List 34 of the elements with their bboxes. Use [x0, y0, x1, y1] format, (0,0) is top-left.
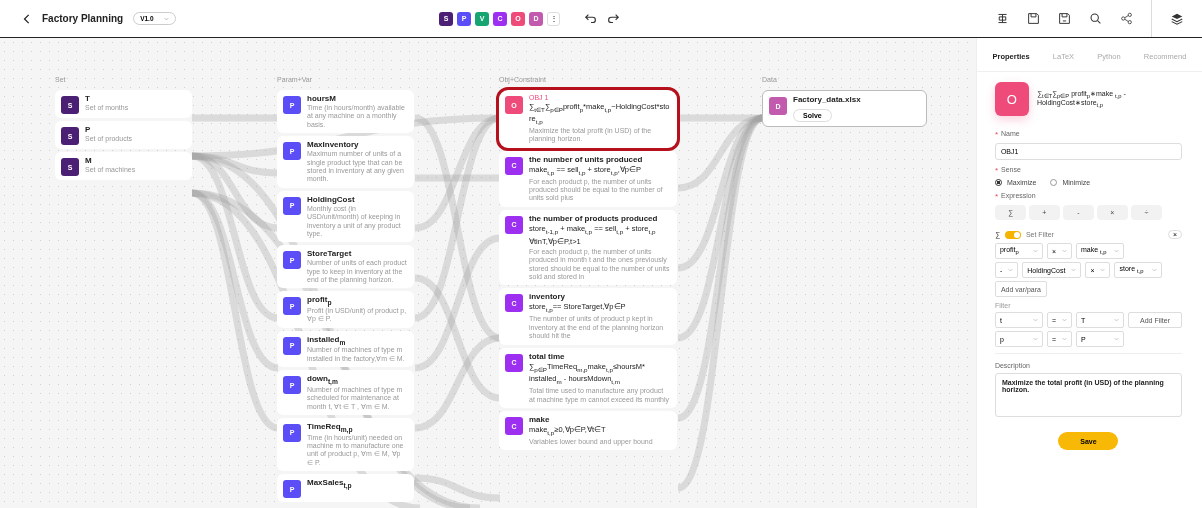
node-title: TimeReq$_{m,p}$ — [307, 422, 353, 433]
more-button[interactable]: ⋮ — [547, 11, 560, 26]
objective-badge: O — [994, 82, 1029, 116]
align-icon[interactable] — [996, 12, 1009, 25]
save-as-icon[interactable] — [1058, 12, 1071, 25]
node-title: P — [85, 125, 92, 134]
node-title: T — [85, 94, 91, 103]
node-title: installed$_{m}$ — [307, 334, 347, 346]
node-title: StoreTarget — [307, 249, 353, 259]
node-title: HoldingCost — [307, 194, 356, 204]
node-title: hoursM — [307, 94, 337, 103]
required-mark: * — [994, 130, 999, 139]
share-icon[interactable] — [1120, 12, 1133, 25]
node-title: the number of units produced — [529, 154, 644, 164]
node-title: total time — [529, 351, 566, 361]
node-title: MaxSales$_{t,p}$ — [307, 478, 353, 489]
search-icon[interactable] — [1089, 12, 1102, 25]
node-title: make — [529, 415, 551, 425]
save-icon[interactable] — [1027, 12, 1040, 25]
node-card[interactable] — [499, 209, 677, 286]
layers-icon[interactable] — [1170, 11, 1184, 26]
project-title: Factory Planning — [42, 13, 124, 24]
node-title: M — [85, 156, 93, 165]
required-mark: * — [994, 166, 999, 175]
back-icon[interactable] — [22, 13, 32, 24]
node-title: the number of products produced — [529, 213, 659, 223]
filter-toggle[interactable] — [1004, 230, 1021, 239]
caret-icon — [163, 16, 169, 21]
node-title: profit$_{p}$ — [307, 295, 333, 307]
node-title: inventory — [529, 292, 566, 302]
node-title: down$_{t,m}$ — [307, 374, 339, 385]
required-mark: * — [994, 192, 999, 201]
node-title: Factory_data.xlsx — [793, 95, 862, 104]
node-title: MaxInventory — [307, 140, 360, 150]
